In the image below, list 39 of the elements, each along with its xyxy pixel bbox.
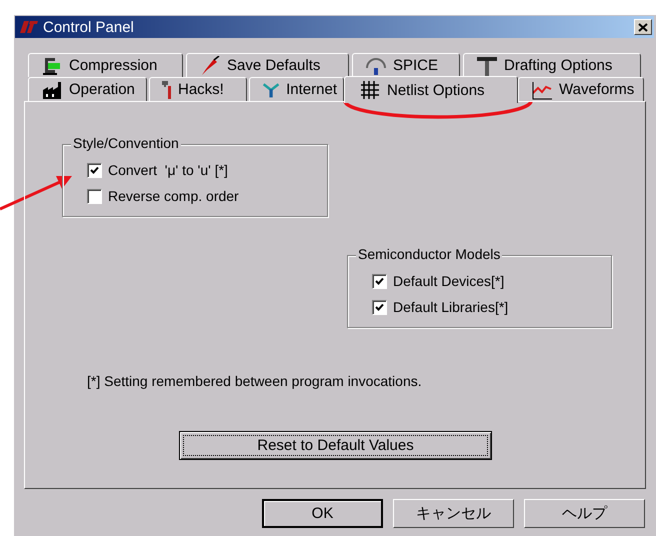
checkbox-label: Default Devices[*] [393,273,504,289]
checkbox[interactable] [372,274,387,288]
checkbox[interactable] [372,300,387,314]
tab[interactable]: Save Defaults [186,53,349,77]
grid-icon [359,80,381,100]
clamp-icon [41,56,63,76]
close-icon [638,22,648,32]
dialog-button[interactable]: キャンセル [393,499,514,528]
t-square-icon [476,56,498,76]
checkbox-label: Reverse comp. order [108,188,239,204]
checkbox[interactable] [87,162,102,178]
close-button[interactable] [634,19,652,35]
waveform-icon [531,80,553,100]
dialog-button[interactable]: OK [262,499,383,528]
dialog-button[interactable]: ヘルプ [524,499,645,528]
check-icon [90,166,99,174]
group-title: Style/Convention [71,135,181,151]
tab[interactable]: Hacks! [149,77,247,101]
reset-button[interactable]: Reset to Default Values [179,431,492,460]
probe-icon [199,56,221,76]
logo-icon [19,20,39,34]
checkbox[interactable] [87,188,102,204]
tab[interactable]: Waveforms [518,77,644,101]
tab[interactable]: Drafting Options [463,53,641,77]
factory-icon [41,80,63,100]
tab[interactable]: SPICE [352,53,460,77]
tab[interactable]: Netlist Options [344,76,518,103]
checkbox-label: Default Libraries[*] [393,299,508,315]
gauge-icon [365,56,387,76]
tab[interactable]: Compression [28,53,183,77]
footnote: [*] Setting remembered between program invocations. [87,373,423,389]
tab[interactable]: Internet [249,77,344,101]
group-title: Semiconductor Models [356,246,502,262]
wrench-icon [162,80,172,98]
checkbox-label: Convert 'μ' to 'u' [*] [108,162,228,178]
tab[interactable]: Operation [28,77,147,101]
window-title: Control Panel [43,18,135,36]
check-icon [375,302,384,312]
check-icon [375,276,384,286]
